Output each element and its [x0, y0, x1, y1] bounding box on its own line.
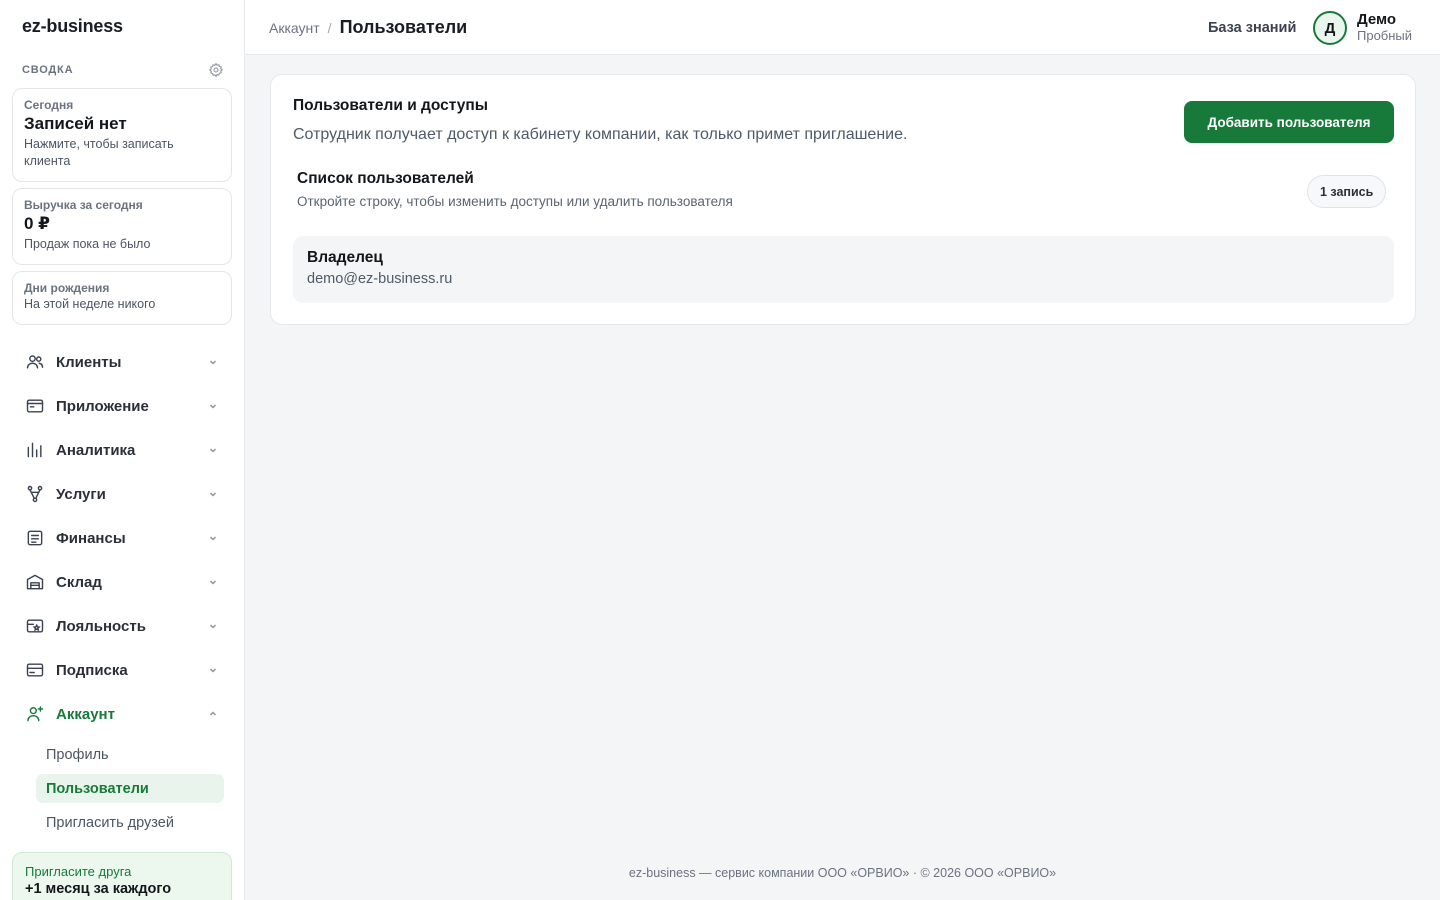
sidebar-item-clients[interactable]: Клиенты [12, 340, 232, 384]
app-logo[interactable]: ez-business [22, 16, 123, 37]
chevron-down-icon [210, 492, 216, 497]
services-icon [27, 485, 43, 503]
account-subnav: Профиль Пользователи Пригласить друзей [12, 736, 232, 837]
today-appointments-card[interactable]: Сегодня Записей нет Нажмите, чтобы запис… [12, 88, 232, 182]
subscription-icon [26, 663, 44, 677]
breadcrumb-separator: / [327, 19, 332, 36]
chevron-up-icon [210, 711, 216, 716]
sidebar-item-loyalty[interactable]: Лояльность [12, 604, 232, 648]
panel-title: Пользователи и доступы [293, 97, 488, 114]
user-menu[interactable]: Д Демо Пробный [1313, 10, 1412, 46]
chevron-down-icon [210, 580, 216, 585]
nav-label: Приложение [56, 397, 149, 415]
sidebar-item-subscription[interactable]: Подписка [12, 648, 232, 692]
summary-title: СВОДКА [22, 64, 74, 76]
footer: ez-business — сервис компании ООО «ОРВИО… [628, 866, 1057, 880]
loyalty-icon [26, 619, 44, 633]
user-list-subtitle: Откройте строку, чтобы изменить доступы … [297, 194, 733, 209]
sidebar-item-account[interactable]: Аккаунт [12, 692, 232, 736]
card-note: Нажмите, чтобы записать клиента [24, 137, 174, 168]
table-row[interactable]: Владелец demo@ez-business.ru [293, 236, 1394, 303]
subnav-item-profile[interactable]: Профиль [36, 740, 224, 769]
nav-label: Аналитика [56, 441, 136, 459]
gear-icon[interactable] [208, 62, 224, 78]
record-count-badge: 1 запись [1307, 175, 1387, 208]
nav-label: Финансы [56, 529, 126, 547]
breadcrumb: Аккаунт / Пользователи [269, 0, 467, 55]
card-value: Записей нет [24, 114, 127, 133]
analytics-icon [27, 442, 42, 458]
sidebar-item-app[interactable]: Приложение [12, 384, 232, 428]
chevron-down-icon [210, 536, 216, 541]
avatar: Д [1313, 11, 1347, 45]
promo-headline: +1 месяц за каждого [25, 881, 172, 897]
chevron-down-icon [210, 624, 216, 629]
sidebar: ez-business СВОДКА Сегодня Записей нет Н… [0, 0, 245, 900]
knowledge-base-link[interactable]: База знаний [1208, 0, 1296, 55]
chevron-down-icon [210, 404, 216, 409]
chevron-down-icon [210, 668, 216, 673]
sidebar-item-analytics[interactable]: Аналитика [12, 428, 232, 472]
sidebar-item-services[interactable]: Услуги [12, 472, 232, 516]
nav-label: Услуги [56, 485, 106, 503]
user-role: Владелец [307, 249, 383, 266]
sidebar-nav: Клиенты Приложение Аналитика Услуги Фина… [12, 340, 232, 842]
summary-header: СВОДКА [22, 62, 224, 78]
panel-description: Сотрудник получает доступ к кабинету ком… [293, 126, 908, 143]
user-email: demo@ez-business.ru [307, 271, 453, 287]
users-icon [26, 355, 44, 369]
breadcrumb-account[interactable]: Аккаунт [269, 20, 320, 36]
card-label: Выручка за сегодня [24, 198, 143, 212]
user-info: Демо Пробный [1357, 12, 1412, 44]
chevron-down-icon [210, 448, 216, 453]
top-bar: Аккаунт / Пользователи База знаний Д Дем… [245, 0, 1440, 55]
user-plan: Пробный [1357, 28, 1413, 43]
nav-label: Клиенты [56, 353, 122, 371]
card-note: На этой неделе никого [24, 297, 156, 311]
sidebar-item-warehouse[interactable]: Склад [12, 560, 232, 604]
card-label: Сегодня [24, 98, 74, 112]
user-list-title: Список пользователей [297, 170, 474, 187]
revenue-today-card[interactable]: Выручка за сегодня 0 ₽ Продаж пока не бы… [12, 188, 232, 265]
warehouse-icon [26, 574, 44, 590]
card-label: Дни рождения [24, 281, 110, 295]
nav-label: Лояльность [56, 617, 146, 635]
promo-title: Пригласите друга [25, 864, 132, 879]
finance-icon [27, 530, 43, 546]
card-value: 0 ₽ [24, 214, 51, 233]
nav-label: Подписка [56, 661, 128, 679]
users-panel: Пользователи и доступы Сотрудник получае… [270, 74, 1416, 325]
subnav-item-users[interactable]: Пользователи [36, 774, 224, 803]
page-title: Пользователи [339, 17, 468, 37]
invite-friend-promo[interactable]: Пригласите друга +1 месяц за каждого [12, 852, 232, 900]
card-note: Продаж пока не было [24, 237, 151, 251]
subnav-item-invite-friends[interactable]: Пригласить друзей [36, 808, 224, 837]
account-icon [27, 706, 44, 722]
app-icon [26, 399, 44, 413]
birthdays-card[interactable]: Дни рождения На этой неделе никого [12, 271, 232, 325]
nav-label: Склад [56, 573, 102, 591]
add-user-button[interactable]: Добавить пользователя [1184, 101, 1394, 143]
nav-label: Аккаунт [56, 705, 115, 723]
sidebar-item-finance[interactable]: Финансы [12, 516, 232, 560]
chevron-down-icon [210, 360, 216, 365]
user-name: Демо [1357, 11, 1397, 28]
